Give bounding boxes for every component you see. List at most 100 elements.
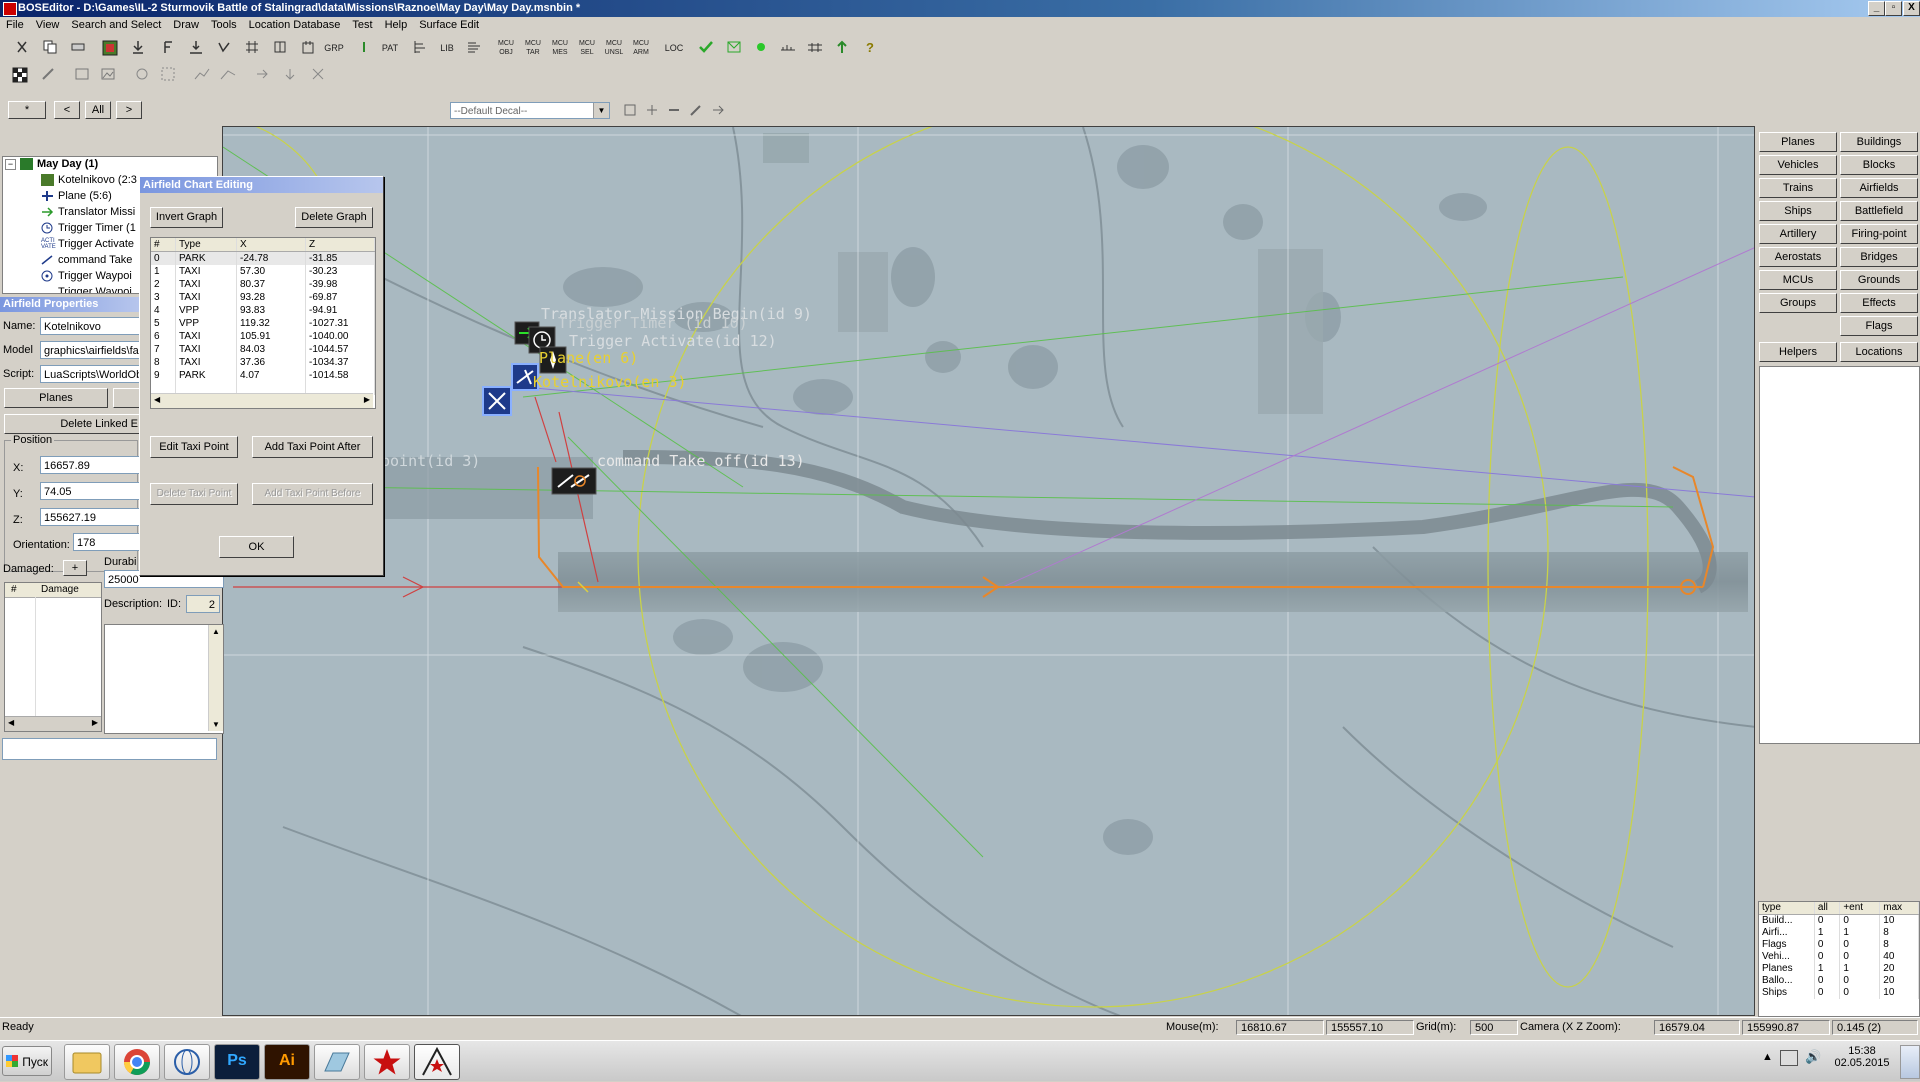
tab-helpers[interactable]: Helpers — [1759, 342, 1837, 362]
collapse-icon[interactable]: − — [5, 158, 16, 170]
picture-icon[interactable] — [96, 63, 120, 87]
mcu-tar-button[interactable]: MCU TAR — [521, 36, 545, 62]
name-field[interactable]: Kotelnikovo — [40, 317, 140, 335]
table-row[interactable]: 8 TAXI 37.36 -1034.37 — [151, 356, 375, 369]
measure-icon[interactable] — [803, 36, 827, 60]
volume-tray-icon[interactable]: 🔊 — [1805, 1049, 1821, 1065]
scroll-up-icon[interactable]: ▲ — [209, 627, 223, 636]
table-row[interactable]: 7 TAXI 84.03 -1044.57 — [151, 343, 375, 356]
message-icon[interactable] — [722, 36, 746, 60]
planes-button[interactable]: Planes — [4, 388, 108, 408]
orientation-field[interactable]: 178 — [73, 533, 140, 551]
maximize-button[interactable]: ▫ — [1885, 1, 1902, 16]
damaged-add-button[interactable]: + — [63, 560, 87, 576]
tab-planes[interactable]: Planes — [1759, 132, 1837, 152]
path-edit-icon[interactable] — [216, 63, 240, 87]
layers-icon[interactable] — [462, 36, 486, 60]
minimize-button[interactable]: _ — [1868, 1, 1885, 16]
taxi-points-table[interactable]: # Type X Z 0 PARK -24.78 -31.85 1 TAXI 57.30-… — [150, 237, 376, 409]
sort-icon[interactable] — [212, 36, 236, 60]
object-list[interactable] — [1759, 366, 1920, 744]
pattern-button[interactable]: PAT — [378, 36, 402, 60]
scale-icon[interactable] — [156, 63, 180, 87]
rotate-icon[interactable] — [130, 63, 154, 87]
download-icon[interactable] — [126, 36, 150, 60]
star-button[interactable]: * — [8, 101, 46, 119]
script-field[interactable]: LuaScripts\WorldOb — [40, 365, 140, 383]
chrome-task-icon[interactable] — [114, 1044, 160, 1080]
marker-icon[interactable] — [352, 36, 376, 60]
tab-groups[interactable]: Groups — [1759, 293, 1837, 313]
frame-icon[interactable] — [268, 36, 292, 60]
decal-save-icon[interactable] — [618, 99, 642, 123]
map-icon[interactable] — [98, 36, 122, 60]
decal-add-icon[interactable] — [640, 99, 664, 123]
tree-item-waypoint-2[interactable]: Trigger Waypoi — [41, 286, 132, 293]
tab-firing-point[interactable]: Firing-point — [1840, 224, 1918, 244]
photoshop-task-icon[interactable]: Ps — [214, 1044, 260, 1080]
table-row[interactable]: 5 VPP 119.32 -1027.31 — [151, 317, 375, 330]
network-tray-icon[interactable] — [1780, 1050, 1798, 1066]
delete-graph-button[interactable]: Delete Graph — [295, 207, 373, 228]
ok-button[interactable]: OK — [219, 536, 294, 558]
menu-search-and-select[interactable]: Search and Select — [65, 17, 167, 31]
library-button[interactable]: LIB — [435, 36, 459, 60]
decal-remove-icon[interactable] — [662, 99, 686, 123]
bottom-input[interactable] — [2, 738, 217, 760]
decal-export-icon[interactable] — [706, 99, 730, 123]
close-button[interactable]: X — [1903, 1, 1920, 16]
damage-grid[interactable]: # Damage ◀ ▶ — [4, 582, 102, 732]
unlink-icon[interactable] — [278, 63, 302, 87]
scroll-left-icon[interactable]: ◀ — [8, 718, 14, 727]
tree-item-translator[interactable]: Translator Missi — [41, 206, 135, 221]
tree-item-timer[interactable]: Trigger Timer (1 — [41, 222, 136, 237]
import-icon[interactable] — [184, 36, 208, 60]
description-field[interactable]: ▲ ▼ — [104, 624, 224, 734]
image-icon[interactable] — [70, 63, 94, 87]
table-row[interactable]: 0 PARK -24.78 -31.85 — [151, 251, 375, 265]
mcu-unsl-button[interactable]: MCU UNSL — [602, 36, 626, 62]
menu-tools[interactable]: Tools — [205, 17, 243, 31]
tab-locations[interactable]: Locations — [1840, 342, 1918, 362]
loc-button[interactable]: LOC — [662, 36, 686, 60]
z-field[interactable]: 155627.19 — [40, 508, 140, 526]
tab-aerostats[interactable]: Aerostats — [1759, 247, 1837, 267]
menu-draw[interactable]: Draw — [167, 17, 205, 31]
arrow-up-icon[interactable] — [830, 36, 854, 60]
tray-up-icon[interactable]: ▲ — [1762, 1051, 1773, 1063]
tab-artillery[interactable]: Artillery — [1759, 224, 1837, 244]
model-field[interactable]: graphics\airfields\fa — [40, 341, 140, 359]
copy-icon[interactable] — [38, 36, 62, 60]
description-vscroll[interactable]: ▲ ▼ — [208, 625, 223, 731]
tool-icon[interactable] — [306, 63, 330, 87]
scroll-right-icon[interactable]: ▶ — [364, 395, 370, 404]
illustrator-task-icon[interactable]: Ai — [264, 1044, 310, 1080]
tab-buildings[interactable]: Buildings — [1840, 132, 1918, 152]
tab-bridges[interactable]: Bridges — [1840, 247, 1918, 267]
menu-view[interactable]: View — [30, 17, 66, 31]
dot-icon[interactable] — [749, 36, 773, 60]
next-button[interactable]: > — [116, 101, 142, 119]
checker-icon[interactable] — [8, 63, 32, 87]
explorer-task-icon[interactable] — [64, 1044, 110, 1080]
invert-graph-button[interactable]: Invert Graph — [150, 207, 223, 228]
mcu-mes-button[interactable]: MCU MES — [548, 36, 572, 62]
tree-item-waypoint[interactable]: Trigger Waypoi — [41, 270, 132, 285]
tree-item-activate[interactable]: ACTI VATE Trigger Activate — [41, 238, 134, 253]
table-row[interactable]: 4 VPP 93.83 -94.91 — [151, 304, 375, 317]
tab-grounds[interactable]: Grounds — [1840, 270, 1918, 290]
decal-edit-icon[interactable] — [684, 99, 708, 123]
tab-vehicles[interactable]: Vehicles — [1759, 155, 1837, 175]
tab-ships[interactable]: Ships — [1759, 201, 1837, 221]
prev-button[interactable]: < — [54, 101, 80, 119]
all-button[interactable]: All — [85, 101, 111, 119]
mcu-arm-button[interactable]: MCU ARM — [629, 36, 653, 62]
tab-effects[interactable]: Effects — [1840, 293, 1918, 313]
delete-taxi-point-button[interactable]: Delete Taxi Point — [150, 483, 238, 505]
network-task-icon[interactable] — [164, 1044, 210, 1080]
show-desktop-button[interactable] — [1900, 1045, 1920, 1079]
help-icon[interactable]: ? — [858, 36, 882, 60]
tab-flags[interactable]: Flags — [1840, 316, 1918, 336]
building-icon[interactable] — [296, 36, 320, 60]
tree-item-kotelnikovo[interactable]: Kotelnikovo (2:3 — [41, 174, 137, 189]
